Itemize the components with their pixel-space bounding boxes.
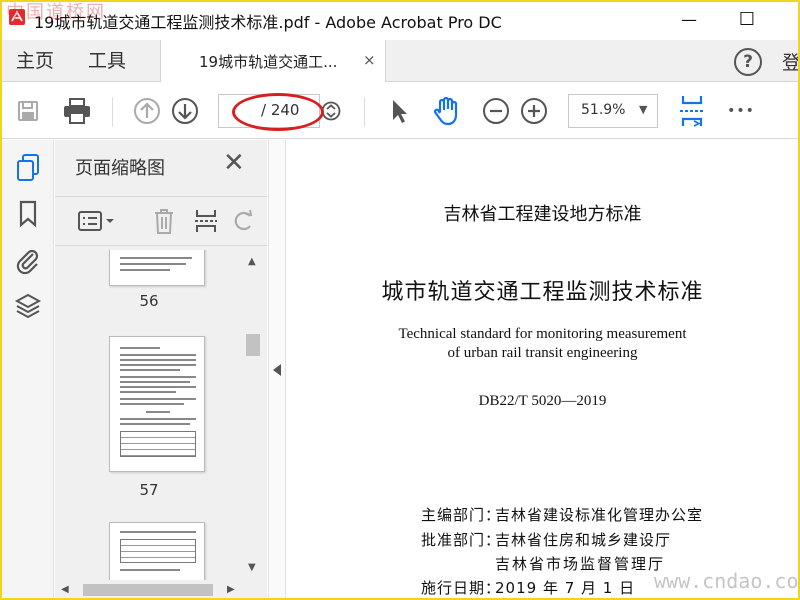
thumbnail-horizontal-scrollbar[interactable]: ◀ ▶ xyxy=(55,580,243,598)
help-button[interactable]: ? xyxy=(734,48,762,76)
fit-page-button[interactable] xyxy=(676,83,708,139)
effective-date-value: 2019 年 7 月 1 日 xyxy=(495,579,636,597)
save-button[interactable] xyxy=(12,83,44,139)
thumbnail-page-57[interactable] xyxy=(109,336,205,472)
close-panel-button[interactable]: ✕ xyxy=(223,150,245,176)
hand-tool-icon xyxy=(433,96,458,126)
minimize-button[interactable]: — xyxy=(666,2,712,36)
doc-standard-code: DB22/T 5020—2019 xyxy=(478,393,607,409)
document-view[interactable]: 吉林省工程建设地方标准 城市轨道交通工程监测技术标准 Technical sta… xyxy=(287,140,798,598)
tab-document[interactable]: 19城市轨道交通工... × xyxy=(160,40,386,82)
rotate-page-button[interactable] xyxy=(229,203,259,239)
main-toolbar: / 240 51.9% ▼ ••• xyxy=(2,83,798,139)
select-arrow-icon xyxy=(393,100,407,123)
scroll-up-icon[interactable]: ▲ xyxy=(248,256,256,267)
zoom-value: 51.9% xyxy=(581,102,626,118)
maximize-button[interactable]: ☐ xyxy=(724,2,770,36)
thumbnail-page-number: 57 xyxy=(139,481,159,499)
thumbnail-vertical-scrollbar[interactable]: ▲ ▼ xyxy=(243,250,263,580)
page-up-icon xyxy=(134,98,160,124)
toolbar-divider xyxy=(112,97,113,127)
effective-date-label: 施行日期： xyxy=(421,579,502,597)
attachments-button[interactable] xyxy=(12,244,44,276)
zoom-out-icon xyxy=(483,98,509,124)
next-page-button[interactable] xyxy=(168,83,202,139)
thumbnails-icon xyxy=(17,154,39,181)
panel-title: 页面缩略图 xyxy=(75,158,165,179)
doc-title-en-line2: of urban rail transit engineering xyxy=(447,345,638,361)
doc-header: 吉林省工程建设地方标准 xyxy=(443,204,642,225)
approver-value-1: 吉林省住房和城乡建设厅 xyxy=(495,531,672,549)
tab-bar: 主页 工具 19城市轨道交通工... × ? 登 xyxy=(2,40,798,82)
tab-home[interactable]: 主页 xyxy=(16,40,54,82)
doc-title-en-line1: Technical standard for monitoring measur… xyxy=(398,326,687,342)
page-nav-icon xyxy=(321,101,341,121)
bookmark-icon xyxy=(19,200,37,228)
approver-value-2: 吉林省市场监督管理厅 xyxy=(495,555,666,573)
panel-toolbar xyxy=(55,196,267,246)
doc-title-cn: 城市轨道交通工程监测技术标准 xyxy=(381,280,704,305)
zoom-out-button[interactable] xyxy=(480,83,512,139)
zoom-select[interactable]: 51.9% ▼ xyxy=(568,94,658,128)
zoom-in-icon xyxy=(521,98,547,124)
split-page-button[interactable] xyxy=(189,203,223,239)
thumbnail-page-56[interactable] xyxy=(109,250,205,286)
page-down-icon xyxy=(172,98,198,124)
editor-value: 吉林省建设标准化管理办公室 xyxy=(495,506,704,524)
thumbnail-options-button[interactable] xyxy=(75,203,119,239)
watermark-bottom-right: www.cndao.com xyxy=(654,569,800,593)
thumbnail-list: 56 57 xyxy=(55,250,243,580)
page-thumbnails-button[interactable] xyxy=(12,152,44,184)
save-icon xyxy=(18,101,38,121)
title-bar: 19城市轨道交通工程监测技术标准.pdf - Adobe Acrobat Pro… xyxy=(2,2,798,36)
thumbnail-page-number: 56 xyxy=(139,292,159,310)
panel-collapse-handle[interactable] xyxy=(268,140,286,598)
scroll-right-icon[interactable]: ▶ xyxy=(227,584,235,595)
print-icon xyxy=(64,98,90,124)
zoom-in-button[interactable] xyxy=(518,83,550,139)
bookmarks-button[interactable] xyxy=(12,198,44,230)
options-list-icon xyxy=(78,211,114,231)
app-window: 19城市轨道交通工程监测技术标准.pdf - Adobe Acrobat Pro… xyxy=(0,0,800,600)
scrollbar-thumb[interactable] xyxy=(246,334,260,356)
fit-page-icon xyxy=(680,96,704,127)
close-tab-button[interactable]: × xyxy=(363,51,376,69)
scrollbar-thumb[interactable] xyxy=(83,584,213,596)
select-tool-button[interactable] xyxy=(384,83,414,139)
approver-label: 批准部门： xyxy=(421,531,502,549)
print-button[interactable] xyxy=(58,83,96,139)
delete-pages-button[interactable] xyxy=(147,203,181,239)
chevron-down-icon: ▼ xyxy=(639,103,648,116)
watermark-top-left: 中国道桥网 xyxy=(6,2,106,23)
scroll-down-icon[interactable]: ▼ xyxy=(248,562,256,573)
layers-icon xyxy=(14,293,42,319)
editor-label: 主编部门： xyxy=(421,506,502,524)
trash-icon xyxy=(155,209,173,234)
document-tab-label: 19城市轨道交通工... xyxy=(199,53,338,71)
thumbnails-panel: 页面缩略图 ✕ 56 57 ▲ ▼ ◀ ▶ xyxy=(55,140,267,598)
attachment-icon xyxy=(16,249,39,275)
more-icon: ••• xyxy=(727,103,755,119)
previous-page-button[interactable] xyxy=(130,83,164,139)
page-count-highlight-annotation xyxy=(232,93,324,131)
tab-tools[interactable]: 工具 xyxy=(88,40,126,82)
more-tools-button[interactable]: ••• xyxy=(724,83,758,139)
hand-tool-button[interactable] xyxy=(428,83,466,139)
collapse-arrow-icon xyxy=(273,364,281,376)
layers-button[interactable] xyxy=(12,290,44,322)
left-navigation-rail xyxy=(2,140,54,598)
thumbnail-page-58[interactable] xyxy=(109,522,205,580)
sign-in-button[interactable]: 登 xyxy=(782,48,798,75)
rotate-icon xyxy=(234,209,253,231)
toolbar-divider xyxy=(364,97,365,127)
scroll-left-icon[interactable]: ◀ xyxy=(61,584,69,595)
page-split-icon xyxy=(195,210,217,232)
